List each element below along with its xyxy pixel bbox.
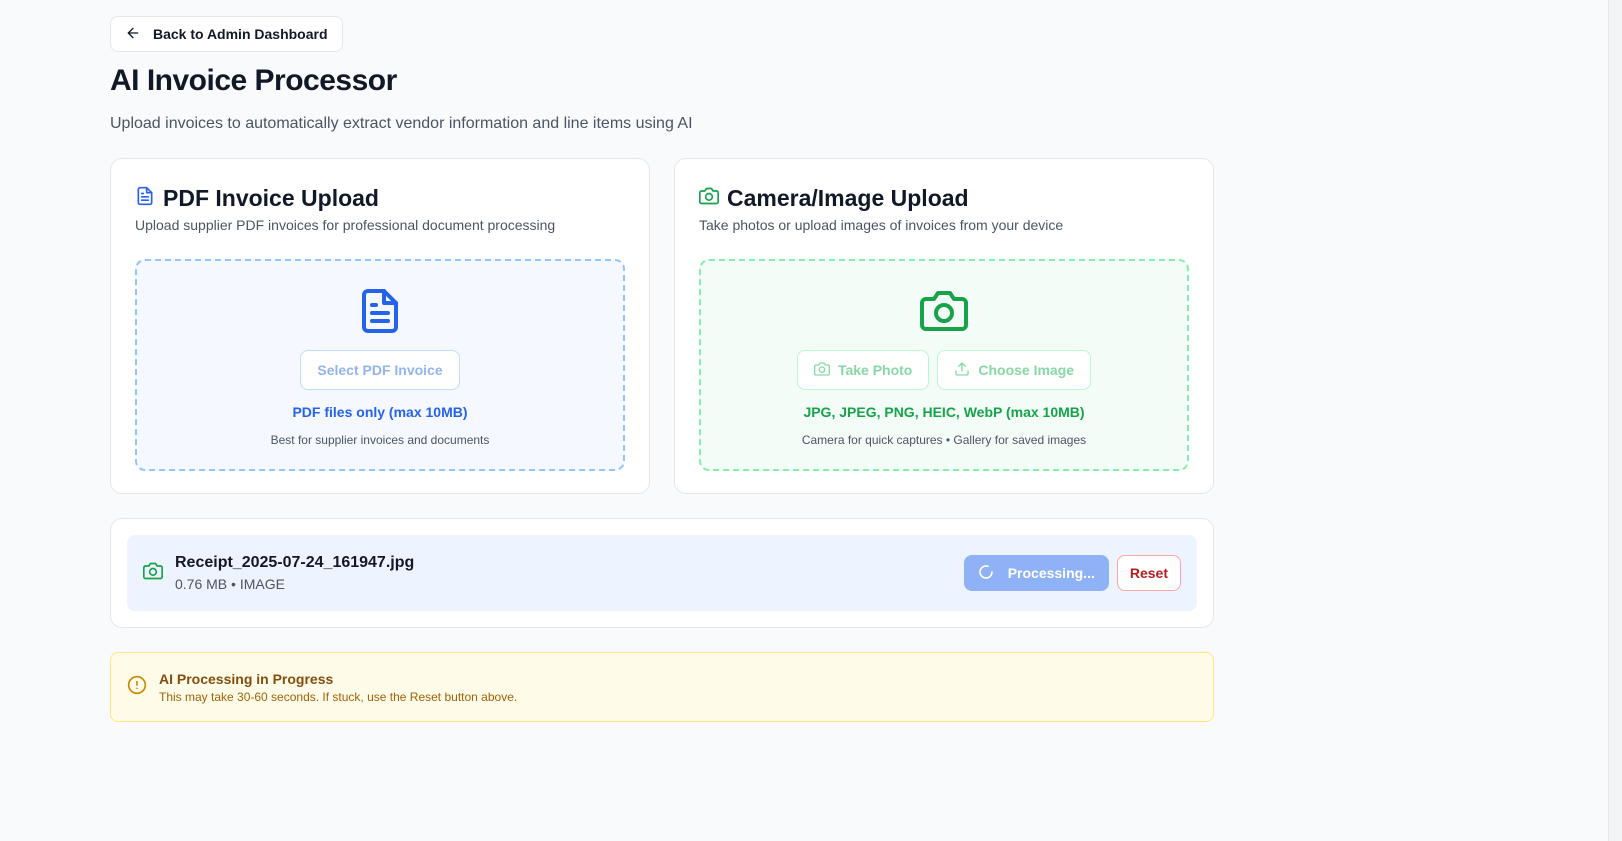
spinner-icon bbox=[978, 564, 994, 583]
image-dropzone[interactable]: Take Photo Choose Image JPG, JPEG, PNG, … bbox=[699, 259, 1189, 471]
alert-body: This may take 30-60 seconds. If stuck, u… bbox=[159, 690, 518, 704]
image-button-group: Take Photo Choose Image bbox=[796, 350, 1092, 390]
file-text-icon bbox=[356, 287, 404, 340]
scrollbar[interactable] bbox=[1608, 0, 1622, 841]
take-photo-button[interactable]: Take Photo bbox=[796, 350, 930, 390]
pdf-upload-card: PDF Invoice Upload Upload supplier PDF i… bbox=[110, 158, 650, 494]
choose-image-button[interactable]: Choose Image bbox=[937, 350, 1092, 390]
processing-label: Processing... bbox=[1007, 565, 1095, 581]
pdf-format-info: PDF files only (max 10MB) bbox=[292, 404, 468, 420]
upload-cards: PDF Invoice Upload Upload supplier PDF i… bbox=[110, 158, 1214, 494]
selected-file-row: Receipt_2025-07-24_161947.jpg 0.76 MB • … bbox=[127, 535, 1197, 611]
alert-circle-icon bbox=[127, 675, 147, 700]
back-to-dashboard-button[interactable]: Back to Admin Dashboard bbox=[110, 16, 343, 52]
pdf-card-header: PDF Invoice Upload bbox=[135, 183, 625, 213]
camera-icon bbox=[813, 361, 830, 380]
choose-image-label: Choose Image bbox=[978, 362, 1075, 378]
file-text-icon bbox=[135, 186, 155, 211]
file-meta: 0.76 MB • IMAGE bbox=[175, 576, 285, 592]
processing-button[interactable]: Processing... bbox=[963, 555, 1109, 591]
upload-icon bbox=[954, 361, 970, 380]
arrow-left-icon bbox=[125, 25, 141, 44]
selected-file-card: Receipt_2025-07-24_161947.jpg 0.76 MB • … bbox=[110, 518, 1214, 628]
alert-title: AI Processing in Progress bbox=[159, 671, 334, 687]
page-subtitle: Upload invoices to automatically extract… bbox=[110, 115, 693, 132]
pdf-card-title: PDF Invoice Upload bbox=[163, 185, 379, 211]
camera-icon bbox=[699, 186, 719, 211]
main-container: Back to Admin Dashboard AI Invoice Proce… bbox=[110, 16, 1214, 722]
processing-alert: AI Processing in Progress This may take … bbox=[110, 652, 1214, 722]
image-card-description: Take photos or upload images of invoices… bbox=[699, 217, 1064, 233]
image-card-title: Camera/Image Upload bbox=[727, 185, 969, 211]
pdf-button-group: Select PDF Invoice bbox=[300, 350, 460, 390]
image-format-info: JPG, JPEG, PNG, HEIC, WebP (max 10MB) bbox=[803, 404, 1085, 420]
pdf-dropzone[interactable]: Select PDF Invoice PDF files only (max 1… bbox=[135, 259, 625, 471]
alert-text: AI Processing in Progress This may take … bbox=[159, 669, 517, 705]
page: Back to Admin Dashboard AI Invoice Proce… bbox=[0, 0, 1622, 841]
pdf-hint: Best for supplier invoices and documents bbox=[270, 433, 490, 447]
image-upload-card: Camera/Image Upload Take photos or uploa… bbox=[674, 158, 1214, 494]
select-pdf-button[interactable]: Select PDF Invoice bbox=[300, 350, 460, 390]
file-name: Receipt_2025-07-24_161947.jpg bbox=[175, 554, 415, 571]
page-title: AI Invoice Processor bbox=[110, 64, 397, 97]
take-photo-label: Take Photo bbox=[837, 362, 913, 378]
image-hint: Camera for quick captures • Gallery for … bbox=[801, 433, 1087, 447]
camera-icon bbox=[143, 561, 163, 586]
image-card-header: Camera/Image Upload bbox=[699, 183, 1189, 213]
pdf-card-description: Upload supplier PDF invoices for profess… bbox=[135, 217, 556, 233]
file-info: Receipt_2025-07-24_161947.jpg 0.76 MB • … bbox=[175, 552, 964, 594]
reset-button[interactable]: Reset bbox=[1116, 555, 1181, 591]
camera-icon bbox=[920, 287, 968, 340]
back-button-label: Back to Admin Dashboard bbox=[153, 26, 328, 42]
